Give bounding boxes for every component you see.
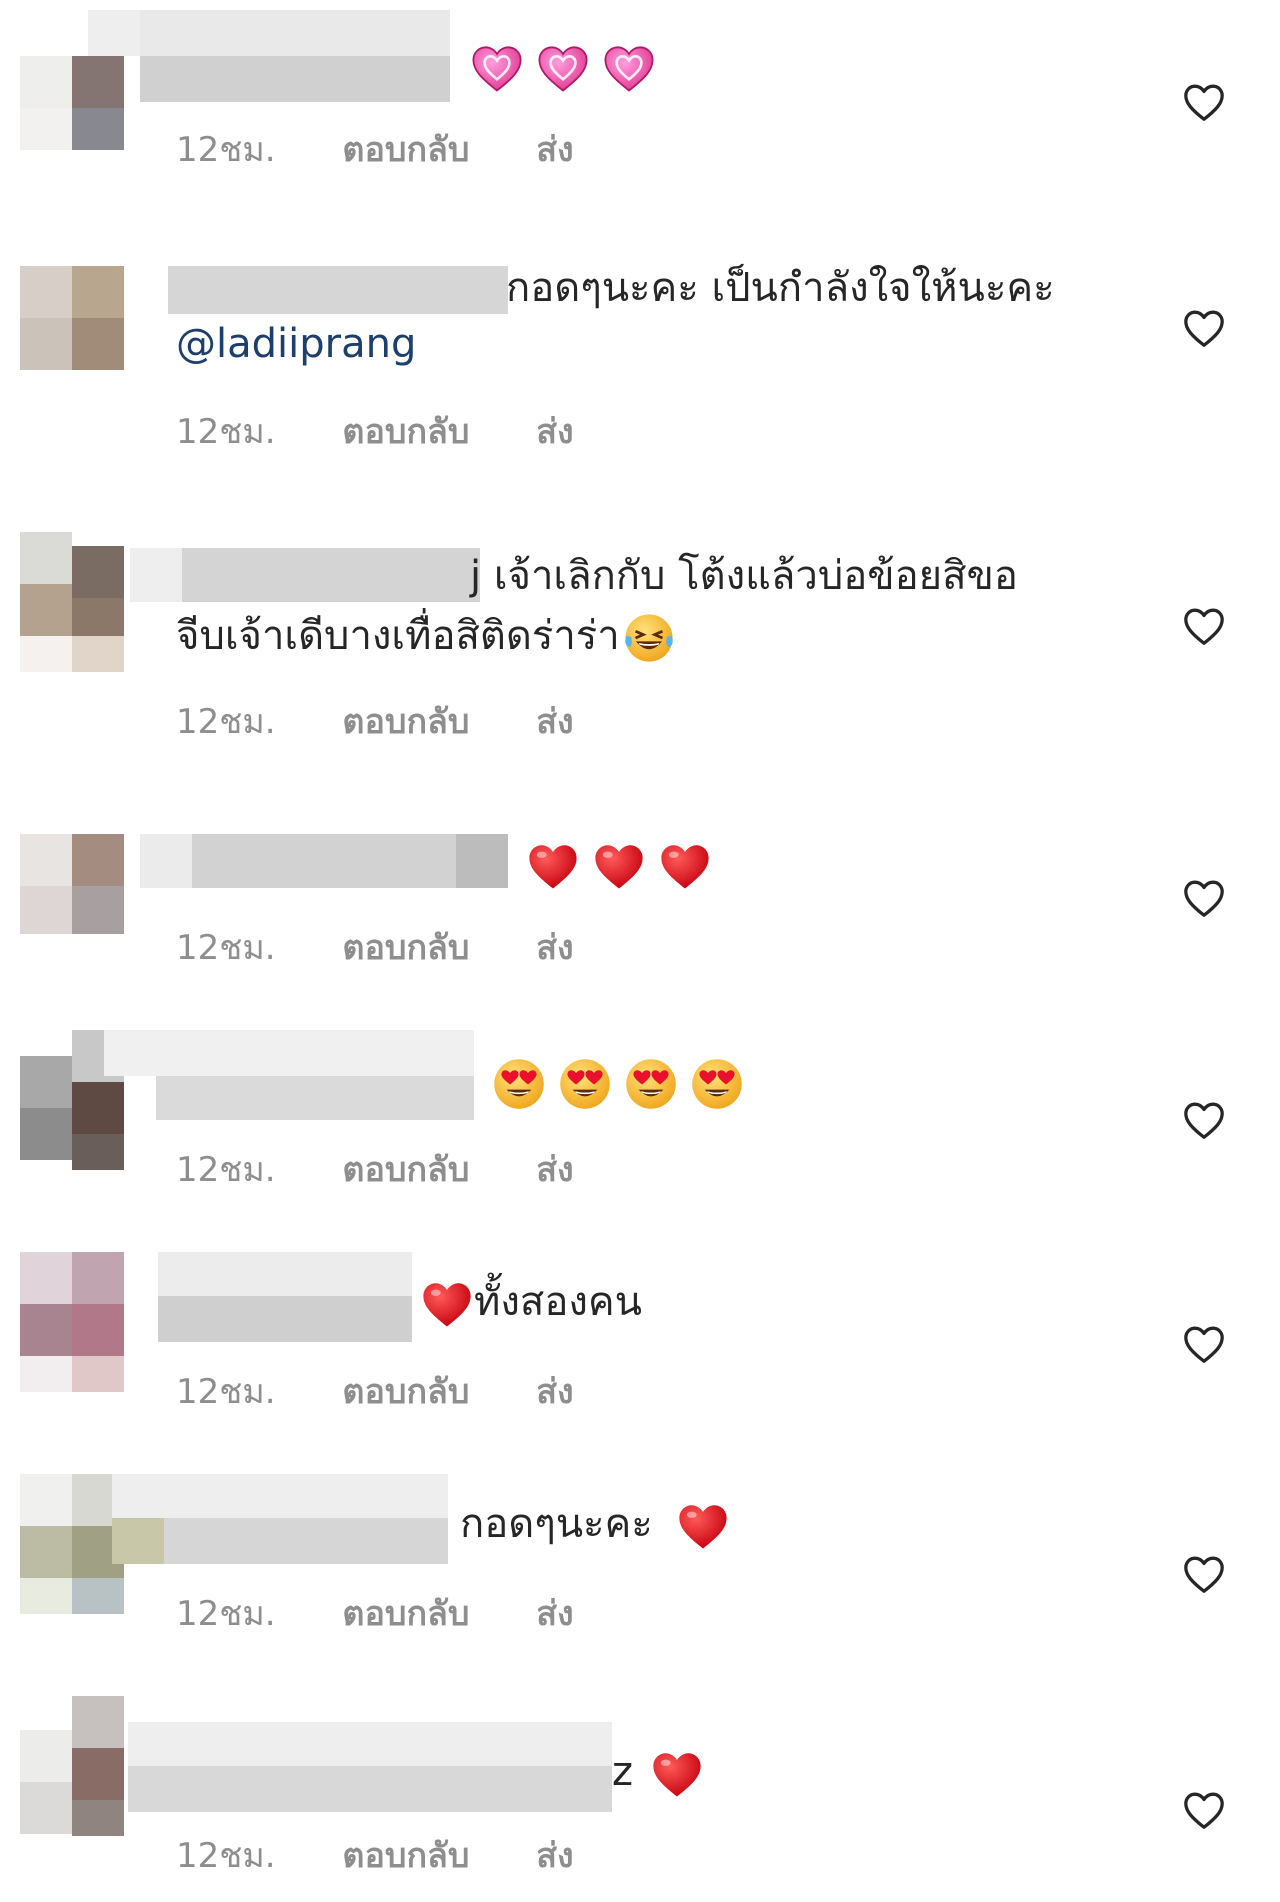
red-heart-icon bbox=[658, 839, 712, 893]
avatar[interactable] bbox=[20, 532, 140, 672]
comment-meta: 12ชม. ตอบกลับ ส่ง bbox=[176, 1828, 630, 1882]
avatar[interactable] bbox=[20, 794, 140, 934]
username-blurred[interactable] bbox=[112, 1474, 448, 1564]
send-button[interactable]: ส่ง bbox=[536, 1828, 573, 1882]
send-button[interactable]: ส่ง bbox=[536, 1142, 573, 1196]
comment-time: 12ชม. bbox=[176, 928, 276, 968]
red-heart-icon bbox=[650, 1747, 704, 1801]
send-button[interactable]: ส่ง bbox=[536, 1586, 573, 1640]
reply-button[interactable]: ตอบกลับ bbox=[342, 694, 469, 748]
like-heart-icon[interactable] bbox=[1182, 308, 1226, 348]
reply-button[interactable]: ตอบกลับ bbox=[342, 1364, 469, 1418]
comment-time: 12ชม. bbox=[176, 1150, 276, 1190]
like-heart-icon[interactable] bbox=[1182, 82, 1226, 122]
comment-text: กอดๆนะคะ เป็นกำลังใจให้นะคะ bbox=[506, 265, 1055, 311]
comment-meta: 12ชม. ตอบกลับ ส่ง bbox=[176, 920, 630, 974]
send-button[interactable]: ส่ง bbox=[536, 1364, 573, 1418]
send-button[interactable]: ส่ง bbox=[536, 694, 573, 748]
comment-item: j เจ้าเลิกกับ โต้งแล้วบ่อข้อยสิขอ จีบเจ้… bbox=[0, 522, 1280, 784]
comment-item: 12ชม. ตอบกลับ ส่ง bbox=[0, 0, 1280, 222]
comment-item: กอดๆนะคะ เป็นกำลังใจให้นะคะ @ladiiprang … bbox=[0, 222, 1280, 522]
comment-text: กอดๆนะคะ bbox=[460, 1494, 742, 1554]
pink-heart-icon bbox=[602, 41, 656, 95]
username-blurred[interactable] bbox=[104, 1030, 474, 1120]
pink-heart-icon bbox=[536, 41, 590, 95]
username-blurred[interactable] bbox=[130, 548, 480, 602]
comment-time: 12ชม. bbox=[176, 412, 276, 452]
reply-button[interactable]: ตอบกลับ bbox=[342, 1586, 469, 1640]
comment-item: 12ชม. ตอบกลับ ส่ง bbox=[0, 784, 1280, 1006]
comment-item: z 12ชม. ตอบกลับ ส่ง bbox=[0, 1672, 1280, 1902]
comment-item: 12ชม. ตอบกลับ ส่ง bbox=[0, 1006, 1280, 1228]
heart-eyes-icon bbox=[492, 1057, 546, 1111]
username-blurred[interactable] bbox=[128, 1722, 612, 1812]
red-heart-icon bbox=[526, 839, 580, 893]
send-button[interactable]: ส่ง bbox=[536, 122, 573, 176]
pink-heart-icon bbox=[470, 41, 524, 95]
reply-button[interactable]: ตอบกลับ bbox=[342, 122, 469, 176]
like-heart-icon[interactable] bbox=[1182, 1324, 1226, 1364]
laughing-tears-icon bbox=[622, 611, 676, 665]
avatar[interactable] bbox=[20, 266, 140, 406]
comment-text-line2: จีบเจ้าเดีบางเทื่อสิติดร่าร่า bbox=[176, 606, 688, 666]
comment-meta: 12ชม. ตอบกลับ ส่ง bbox=[176, 694, 630, 748]
reply-button[interactable]: ตอบกลับ bbox=[342, 404, 469, 458]
comment-meta: 12ชม. ตอบกลับ ส่ง bbox=[176, 1586, 630, 1640]
comment-text bbox=[526, 834, 724, 894]
username-blurred[interactable] bbox=[158, 1252, 412, 1342]
heart-eyes-icon bbox=[558, 1057, 612, 1111]
mention-link[interactable]: @ladiiprang bbox=[176, 314, 416, 374]
comment-time: 12ชม. bbox=[176, 1372, 276, 1412]
comment-item: กอดๆนะคะ 12ชม. ตอบกลับ ส่ง bbox=[0, 1450, 1280, 1672]
comment-text: j เจ้าเลิกกับ โต้งแล้วบ่อข้อยสิขอ bbox=[470, 553, 1018, 599]
comment-meta: 12ชม. ตอบกลับ ส่ง bbox=[176, 404, 630, 458]
comment-meta: 12ชม. ตอบกลับ ส่ง bbox=[176, 122, 630, 176]
heart-eyes-icon bbox=[690, 1057, 744, 1111]
red-heart-icon bbox=[676, 1499, 730, 1553]
avatar[interactable] bbox=[20, 1696, 140, 1836]
comment-time: 12ชม. bbox=[176, 1594, 276, 1634]
like-heart-icon[interactable] bbox=[1182, 878, 1226, 918]
username-blurred[interactable] bbox=[88, 10, 450, 102]
reply-button[interactable]: ตอบกลับ bbox=[342, 920, 469, 974]
reply-button[interactable]: ตอบกลับ bbox=[342, 1142, 469, 1196]
like-heart-icon[interactable] bbox=[1182, 1554, 1226, 1594]
comment-meta: 12ชม. ตอบกลับ ส่ง bbox=[176, 1364, 630, 1418]
send-button[interactable]: ส่ง bbox=[536, 920, 573, 974]
comment-text: z bbox=[612, 1742, 716, 1802]
comment-time: 12ชม. bbox=[176, 1836, 276, 1876]
comment-text: ทั้งสองคน bbox=[420, 1272, 642, 1332]
like-heart-icon[interactable] bbox=[1182, 1790, 1226, 1830]
send-button[interactable]: ส่ง bbox=[536, 404, 573, 458]
reply-button[interactable]: ตอบกลับ bbox=[342, 1828, 469, 1882]
comment-text bbox=[470, 36, 668, 96]
username-blurred[interactable] bbox=[168, 266, 508, 314]
comment-time: 12ชม. bbox=[176, 702, 276, 742]
red-heart-icon bbox=[420, 1277, 474, 1331]
username-blurred[interactable] bbox=[140, 834, 508, 888]
comment-meta: 12ชม. ตอบกลับ ส่ง bbox=[176, 1142, 630, 1196]
heart-eyes-icon bbox=[624, 1057, 678, 1111]
comment-item: ทั้งสองคน 12ชม. ตอบกลับ ส่ง bbox=[0, 1228, 1280, 1450]
avatar[interactable] bbox=[20, 1252, 140, 1392]
like-heart-icon[interactable] bbox=[1182, 606, 1226, 646]
like-heart-icon[interactable] bbox=[1182, 1100, 1226, 1140]
comment-text bbox=[492, 1052, 756, 1112]
comment-time: 12ชม. bbox=[176, 130, 276, 170]
red-heart-icon bbox=[592, 839, 646, 893]
